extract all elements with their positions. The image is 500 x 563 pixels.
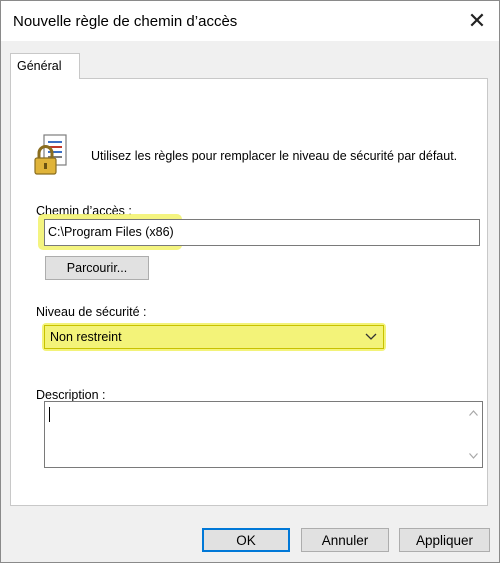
- security-level-value: Non restreint: [50, 330, 122, 344]
- scroll-down-icon[interactable]: [469, 453, 478, 459]
- window-title: Nouvelle règle de chemin d’accès: [13, 13, 238, 30]
- scroll-up-icon[interactable]: [469, 410, 478, 416]
- chevron-down-icon: [365, 333, 377, 340]
- security-level-label: Niveau de sécurité :: [36, 305, 147, 319]
- browse-button-label: Parcourir...: [66, 261, 128, 275]
- text-caret: [49, 407, 50, 422]
- apply-button-label: Appliquer: [415, 532, 474, 548]
- tab-general-label: Général: [17, 59, 62, 73]
- path-input-value: C:\Program Files (x86): [48, 225, 174, 239]
- description-label: Description :: [36, 388, 106, 402]
- browse-button[interactable]: Parcourir...: [45, 256, 149, 280]
- security-level-select[interactable]: Non restreint: [44, 325, 384, 349]
- description-field[interactable]: [44, 401, 483, 468]
- close-icon: ✕: [467, 8, 487, 33]
- description-scrollbar[interactable]: [465, 402, 482, 467]
- apply-button[interactable]: Appliquer: [399, 528, 490, 552]
- lock-document-icon: [34, 134, 67, 175]
- tab-panel-general: Utilisez les règles pour remplacer le ni…: [10, 78, 488, 506]
- close-button[interactable]: ✕: [461, 7, 493, 35]
- ok-button-label: OK: [236, 532, 256, 548]
- cancel-button-label: Annuler: [321, 532, 369, 548]
- dialog-window: Nouvelle règle de chemin d’accès ✕ Génér…: [0, 0, 500, 563]
- cancel-button[interactable]: Annuler: [301, 528, 389, 552]
- ok-button[interactable]: OK: [202, 528, 290, 552]
- title-bar: Nouvelle règle de chemin d’accès ✕: [1, 1, 499, 41]
- tab-general[interactable]: Général: [10, 53, 80, 79]
- intro-text: Utilisez les règles pour remplacer le ni…: [91, 149, 458, 163]
- dialog-body: Général Utilisez les règles pour remplac…: [1, 41, 499, 562]
